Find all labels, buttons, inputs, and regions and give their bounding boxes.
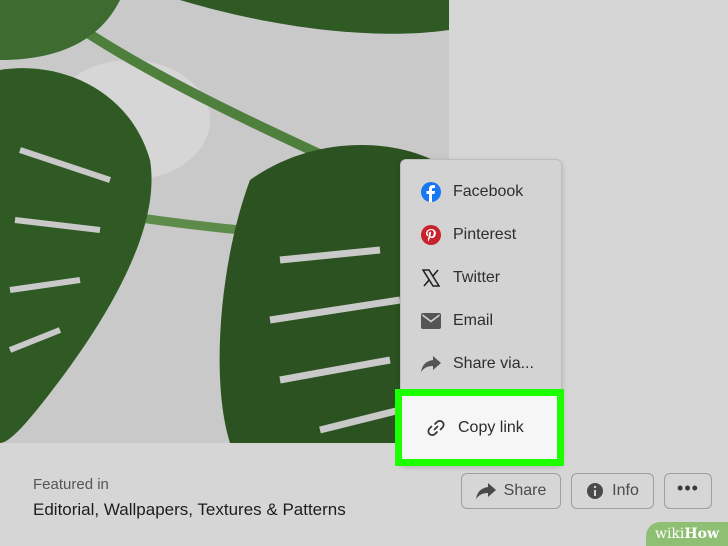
- facebook-icon: [421, 182, 441, 202]
- watermark-brand: How: [684, 526, 720, 542]
- share-menu-item-label: Share via...: [453, 355, 534, 372]
- photo[interactable]: [0, 0, 449, 443]
- share-menu-item-pinterest[interactable]: Pinterest: [401, 215, 561, 255]
- share-menu-item-label: Twitter: [453, 269, 501, 286]
- share-menu-item-facebook[interactable]: Facebook: [401, 172, 561, 212]
- copy-link-label: Copy link: [458, 418, 524, 436]
- mail-icon: [421, 311, 441, 331]
- share-arrow-icon: [475, 483, 496, 499]
- link-icon: [426, 418, 446, 438]
- info-button-label: Info: [612, 482, 639, 499]
- wikihow-watermark: wiki How: [646, 522, 728, 546]
- share-menu-item-email[interactable]: Email: [401, 301, 561, 341]
- share-arrow-icon: [421, 354, 441, 374]
- more-options-icon: •••: [677, 477, 699, 498]
- info-button[interactable]: Info: [571, 473, 654, 509]
- copy-link-button[interactable]: Copy link: [395, 389, 564, 466]
- more-options-button[interactable]: •••: [664, 473, 712, 509]
- share-menu-item-twitter[interactable]: Twitter: [401, 258, 561, 298]
- info-icon: [586, 482, 604, 500]
- featured-categories[interactable]: Editorial, Wallpapers, Textures & Patter…: [33, 500, 346, 520]
- share-button[interactable]: Share: [461, 473, 561, 509]
- monstera-leaf-photo: [0, 0, 449, 443]
- share-button-label: Share: [503, 482, 547, 499]
- share-menu-item-label: Email: [453, 312, 494, 329]
- pinterest-icon: [421, 225, 441, 245]
- share-menu-item-share-via[interactable]: Share via...: [401, 344, 561, 384]
- x-twitter-icon: [421, 268, 441, 288]
- share-menu-item-label: Facebook: [453, 183, 524, 200]
- share-menu-item-label: Pinterest: [453, 226, 517, 243]
- watermark-prefix: wiki: [654, 526, 685, 542]
- featured-in-label: Featured in: [33, 476, 109, 493]
